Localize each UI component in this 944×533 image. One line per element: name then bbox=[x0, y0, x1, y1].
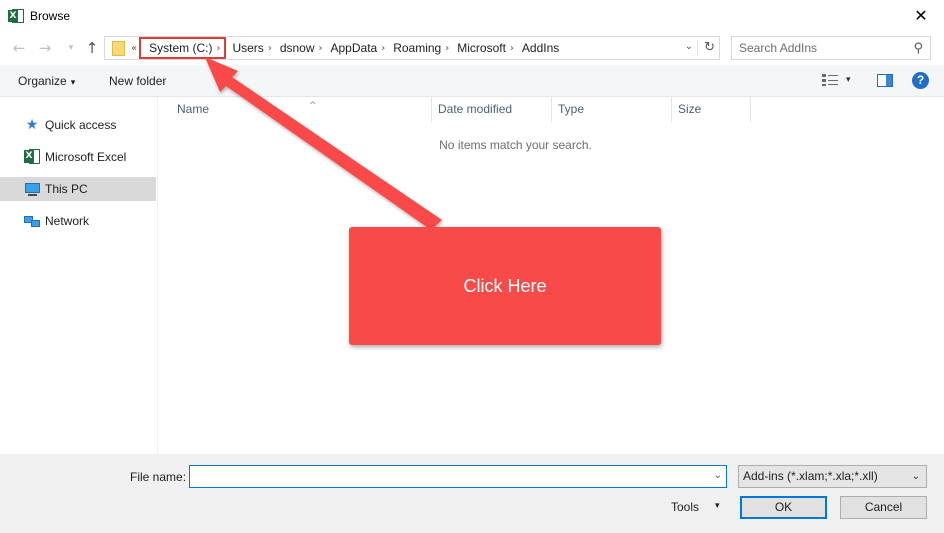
breadcrumb-label: dsnow bbox=[279, 41, 315, 55]
sidebar-item-label: Microsoft Excel bbox=[45, 150, 127, 164]
up-arrow-icon: ↑ bbox=[85, 39, 99, 57]
network-icon bbox=[24, 213, 40, 229]
breadcrumb-label: Microsoft bbox=[457, 41, 506, 55]
folder-icon bbox=[112, 40, 125, 56]
back-arrow-icon: ← bbox=[12, 39, 26, 57]
breadcrumb-dsnow[interactable]: dsnow › bbox=[274, 37, 325, 59]
file-name-combobox[interactable]: ⌄ bbox=[189, 465, 727, 488]
refresh-icon[interactable]: ↻ bbox=[697, 40, 715, 56]
address-bar[interactable]: « System (C:) › Users › dsnow › AppData … bbox=[104, 36, 720, 60]
tools-label: Tools bbox=[671, 500, 700, 514]
recent-locations-button[interactable]: ▾ bbox=[62, 39, 80, 57]
caret-down-icon: ▾ bbox=[715, 501, 720, 511]
address-dropdown-icon[interactable]: ⌄ bbox=[685, 41, 693, 52]
dialog-footer: File name: ⌄ Add-ins (*.xlam;*.xla;*.xll… bbox=[0, 454, 944, 533]
column-header-name[interactable]: Name ^ bbox=[171, 97, 432, 122]
view-options-icon[interactable] bbox=[822, 74, 838, 86]
search-input[interactable] bbox=[739, 37, 909, 59]
chevron-down-icon: ▾ bbox=[68, 43, 74, 53]
search-box[interactable]: ⚲ bbox=[731, 36, 931, 60]
breadcrumb-appdata[interactable]: AppData › bbox=[325, 37, 388, 59]
organize-button[interactable]: Organize ▾ bbox=[18, 74, 75, 88]
column-header-date-modified[interactable]: Date modified bbox=[432, 97, 552, 122]
sidebar-item-label: Network bbox=[45, 214, 90, 228]
sidebar-item-this-pc[interactable]: This PC bbox=[0, 177, 156, 201]
sidebar-item-quick-access[interactable]: ★ Quick access bbox=[0, 113, 156, 137]
file-name-label: File name: bbox=[130, 470, 187, 484]
column-header-size[interactable]: Size bbox=[672, 97, 751, 122]
star-icon: ★ bbox=[25, 117, 39, 133]
breadcrumb-label: Roaming bbox=[393, 41, 442, 55]
ok-button[interactable]: OK bbox=[740, 496, 827, 519]
breadcrumb-system-c[interactable]: System (C:) › bbox=[139, 37, 227, 59]
breadcrumb-roaming[interactable]: Roaming › bbox=[387, 37, 451, 59]
file-type-filter-select[interactable]: Add-ins (*.xlam;*.xla;*.xll) ⌄ bbox=[738, 465, 927, 488]
breadcrumb-label: AddIns bbox=[521, 41, 560, 55]
sidebar-item-microsoft-excel[interactable]: X Microsoft Excel bbox=[0, 145, 156, 169]
empty-state-message: No items match your search. bbox=[439, 138, 592, 152]
file-name-input[interactable] bbox=[193, 466, 693, 487]
back-button[interactable]: ← bbox=[10, 39, 28, 57]
breadcrumb-overflow-icon[interactable]: « bbox=[131, 43, 137, 54]
computer-icon bbox=[24, 181, 40, 197]
forward-arrow-icon: → bbox=[38, 39, 52, 57]
title-bar: X Browse ✕ bbox=[0, 0, 944, 31]
breadcrumb-users[interactable]: Users › bbox=[226, 37, 273, 59]
preview-pane-icon[interactable] bbox=[877, 74, 893, 87]
excel-app-icon: X bbox=[8, 8, 24, 24]
help-icon[interactable]: ? bbox=[912, 72, 929, 89]
close-button[interactable]: ✕ bbox=[898, 0, 944, 31]
view-dropdown-icon[interactable]: ▾ bbox=[846, 75, 851, 85]
callout-text: Click Here bbox=[463, 275, 547, 296]
command-toolbar: Organize ▾ New folder ▾ ? bbox=[0, 65, 944, 97]
close-icon: ✕ bbox=[914, 6, 928, 25]
breadcrumb-label: System (C:) bbox=[149, 41, 213, 55]
new-folder-button[interactable]: New folder bbox=[109, 74, 166, 88]
navigation-pane: ★ Quick access X Microsoft Excel This PC… bbox=[0, 97, 158, 454]
tools-button[interactable]: Tools ▾ bbox=[671, 500, 720, 514]
chevron-down-icon[interactable]: ⌄ bbox=[714, 470, 722, 481]
organize-label: Organize bbox=[18, 74, 67, 88]
navigation-row: ← → ▾ ↑ « System (C:) › Users › dsnow › … bbox=[0, 31, 944, 65]
cancel-button[interactable]: Cancel bbox=[840, 496, 927, 519]
caret-down-icon: ▾ bbox=[70, 78, 76, 88]
sidebar-item-label: Quick access bbox=[45, 118, 117, 132]
breadcrumb-addins[interactable]: AddIns bbox=[516, 37, 563, 59]
excel-icon: X bbox=[24, 149, 40, 165]
up-button[interactable]: ↑ bbox=[83, 39, 101, 57]
file-type-filter-value: Add-ins (*.xlam;*.xla;*.xll) bbox=[743, 469, 878, 483]
forward-button[interactable]: → bbox=[36, 39, 54, 57]
search-icon[interactable]: ⚲ bbox=[913, 41, 923, 56]
sidebar-item-network[interactable]: Network bbox=[0, 209, 156, 233]
click-here-callout: Click Here bbox=[349, 227, 661, 345]
sidebar-item-label: This PC bbox=[45, 182, 88, 196]
window-title: Browse bbox=[30, 8, 71, 23]
column-header-type[interactable]: Type bbox=[552, 97, 672, 122]
breadcrumb-label: Users bbox=[232, 41, 264, 55]
chevron-right-icon[interactable]: › bbox=[216, 43, 222, 54]
sort-ascending-icon: ^ bbox=[309, 101, 317, 111]
breadcrumb-label: AppData bbox=[330, 41, 378, 55]
breadcrumb-microsoft[interactable]: Microsoft › bbox=[451, 37, 516, 59]
chevron-down-icon: ⌄ bbox=[911, 471, 920, 482]
